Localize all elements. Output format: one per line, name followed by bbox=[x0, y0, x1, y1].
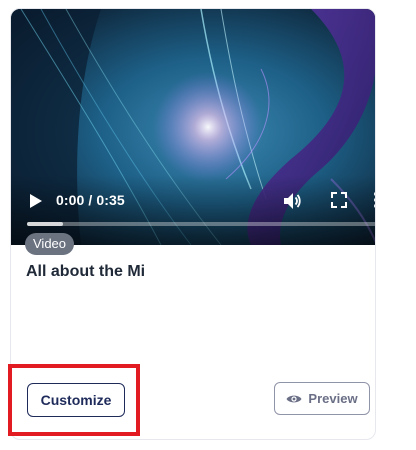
preview-button-label: Preview bbox=[308, 391, 358, 406]
customize-button-label: Customize bbox=[40, 392, 112, 408]
customize-button[interactable]: Customize bbox=[27, 383, 125, 417]
more-options-icon[interactable] bbox=[373, 191, 376, 209]
video-player[interactable]: 0:00 / 0:35 bbox=[11, 9, 376, 245]
content-type-badge: Video bbox=[25, 233, 75, 255]
preview-button[interactable]: Preview bbox=[274, 382, 370, 415]
card-title: All about the Mi bbox=[26, 263, 146, 280]
fullscreen-icon[interactable] bbox=[331, 192, 347, 208]
video-progress-fill bbox=[27, 222, 64, 226]
content-card: 0:00 / 0:35 Video All about the Mi Custo… bbox=[10, 8, 376, 440]
eye-icon bbox=[286, 395, 302, 402]
play-icon[interactable] bbox=[29, 193, 43, 209]
time-display: 0:00 / 0:35 bbox=[56, 192, 125, 208]
video-progress-bar[interactable] bbox=[27, 222, 375, 226]
volume-icon[interactable] bbox=[283, 192, 301, 210]
